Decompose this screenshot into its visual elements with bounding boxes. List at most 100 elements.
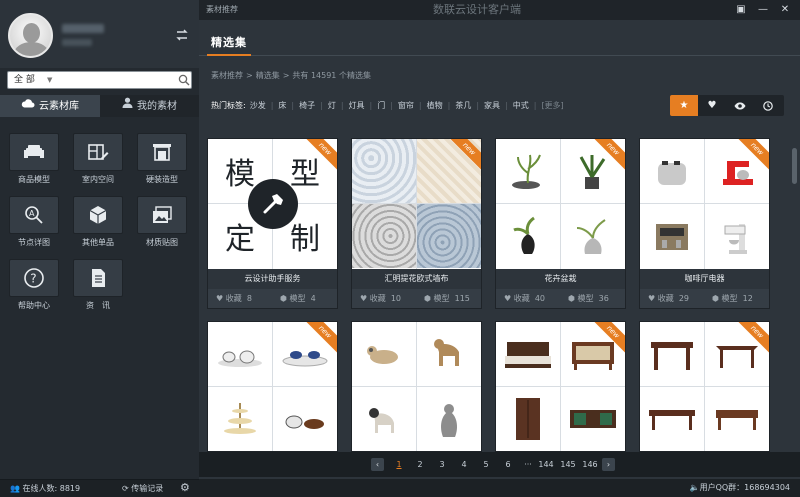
search-category-select[interactable]: 全 部: [14, 74, 35, 86]
tab-my-materials[interactable]: 我的素材: [100, 95, 199, 117]
hot-tag[interactable]: 床: [278, 101, 286, 110]
sort-eye-button[interactable]: [726, 95, 754, 116]
switch-account-icon[interactable]: [176, 28, 188, 42]
hot-tag[interactable]: 植物: [427, 101, 443, 110]
model-label: 模型: [433, 294, 450, 303]
page-link[interactable]: 6: [503, 458, 513, 471]
breadcrumb-item[interactable]: 素材推荐: [211, 71, 243, 80]
card-thumbnail[interactable]: new: [640, 139, 769, 269]
fav-count: 10: [390, 294, 401, 303]
window-crumb: 素材推荐: [206, 5, 238, 14]
card-title[interactable]: 云设计助手服务: [208, 269, 337, 289]
hot-tag[interactable]: 茶几: [455, 101, 471, 110]
page-link[interactable]: 2: [415, 458, 425, 471]
collection-card[interactable]: new 花卉盆栽 ♥ 收藏 40 ⬢ 模型 36: [495, 138, 626, 309]
transfer-log-label: 传输记录: [131, 484, 164, 493]
tile-hardcover-modeling[interactable]: 硬装造型: [137, 133, 187, 188]
hot-tag[interactable]: 灯具: [349, 101, 365, 110]
tile-product-models[interactable]: 商品模型: [9, 133, 59, 188]
collection-card[interactable]: new: [639, 321, 770, 452]
tile-interior-space[interactable]: 室内空间: [73, 133, 123, 188]
tile-label: 其他单品: [82, 238, 114, 247]
card-thumbnail[interactable]: new: [208, 322, 337, 451]
sort-heart-button[interactable]: ♥: [698, 95, 726, 116]
page-link[interactable]: 144: [537, 458, 555, 471]
collection-card[interactable]: new 咖啡厅电器 ♥ 收藏 29 ⬢ 模型 12: [639, 138, 770, 309]
plant-thumb: [496, 139, 560, 203]
qq-group: 🔈用户QQ群：168694304: [690, 482, 790, 494]
sort-clock-button[interactable]: [754, 95, 782, 116]
avatar[interactable]: [8, 13, 53, 58]
hot-tag[interactable]: 家具: [484, 101, 500, 110]
tab-cloud-library[interactable]: 云素材库: [0, 95, 100, 117]
heart-icon[interactable]: ♥: [360, 294, 367, 303]
card-title[interactable]: 花卉盆栽: [496, 269, 625, 289]
tile-label: 资 讯: [86, 301, 110, 310]
thumb-char: 模: [225, 157, 255, 192]
more-tags-link[interactable]: [更多]: [541, 101, 563, 110]
tab-label: 云素材库: [39, 101, 79, 112]
wallpaper-swatch: [352, 139, 416, 203]
tile-news[interactable]: 资 讯: [73, 259, 123, 314]
table-thumb: [640, 322, 704, 386]
collection-card[interactable]: new: [207, 321, 338, 452]
hot-tag[interactable]: 门: [377, 101, 385, 110]
wallpaper-swatch: [352, 204, 416, 268]
fav-count: 40: [534, 294, 545, 303]
transfer-log-button[interactable]: ⟳ 传输记录: [122, 483, 163, 495]
collection-card[interactable]: new 汇明提花欧式墙布 ♥ 收藏 10 ⬢ 模型 115: [351, 138, 482, 309]
card-thumbnail[interactable]: [352, 322, 481, 451]
collection-card[interactable]: [351, 321, 482, 452]
hot-tag[interactable]: 沙发: [250, 101, 266, 110]
chevron-down-icon[interactable]: ▼: [47, 74, 52, 86]
card-thumbnail[interactable]: new: [640, 322, 769, 451]
appliance-thumb: [640, 204, 704, 268]
tile-help-center[interactable]: ? 帮助中心: [9, 259, 59, 314]
card-title[interactable]: 咖啡厅电器: [640, 269, 769, 289]
eye-icon: [734, 102, 746, 109]
card-thumbnail[interactable]: new: [352, 139, 481, 269]
gear-icon[interactable]: ⚙: [180, 482, 190, 494]
page-link[interactable]: 3: [437, 458, 447, 471]
refresh-icon: ⟳: [122, 484, 129, 493]
page-link[interactable]: 146: [581, 458, 599, 471]
pin-icon[interactable]: ▣: [734, 3, 748, 17]
page-link[interactable]: 145: [559, 458, 577, 471]
page-link[interactable]: 1: [394, 458, 404, 471]
heart-icon[interactable]: ♥: [504, 294, 511, 303]
page-link[interactable]: 4: [459, 458, 469, 471]
breadcrumb: 素材推荐 > 精选集 > 共有 14591 个精选集: [211, 71, 371, 80]
user-profile: [0, 0, 199, 68]
card-thumbnail[interactable]: new: [496, 322, 625, 451]
prev-page-button[interactable]: ‹: [371, 458, 384, 471]
close-icon[interactable]: ✕: [778, 3, 792, 17]
svg-text:A: A: [29, 209, 35, 218]
hot-tag[interactable]: 中式: [513, 101, 529, 110]
scrollbar-thumb[interactable]: [792, 148, 797, 184]
tile-texture-maps[interactable]: 材质贴图: [137, 196, 187, 251]
card-title[interactable]: 汇明提花欧式墙布: [352, 269, 481, 289]
hot-tag[interactable]: 灯: [328, 101, 336, 110]
hot-tag[interactable]: 椅子: [299, 101, 315, 110]
heart-icon[interactable]: ♥: [648, 294, 655, 303]
minimize-icon[interactable]: —: [756, 3, 770, 17]
search-input[interactable]: [58, 73, 176, 87]
card-thumbnail[interactable]: 模 型 定 制 new: [208, 139, 337, 269]
heart-icon[interactable]: ♥: [216, 294, 223, 303]
dog-thumb: [352, 322, 416, 386]
online-count-text: 在线人数: 8819: [22, 484, 81, 493]
tile-other-items[interactable]: 其他单品: [73, 196, 123, 251]
thumb-char: 型: [290, 157, 320, 192]
page-link[interactable]: 5: [481, 458, 491, 471]
hot-tag[interactable]: 窗帘: [398, 101, 414, 110]
sidebar: 全 部 ▼ 云素材库 我的素材 商品模型 室内空间 硬装造型 A 节点详图 其他…: [0, 0, 199, 497]
search-icon[interactable]: [178, 74, 190, 86]
sort-star-button[interactable]: ★: [670, 95, 698, 116]
card-thumbnail[interactable]: new: [496, 139, 625, 269]
breadcrumb-item[interactable]: 精选集: [256, 71, 280, 80]
collection-card[interactable]: 模 型 定 制 new 云设计助手服务 ♥ 收藏 8 ⬢ 模型 4: [207, 138, 338, 309]
next-page-button[interactable]: ›: [602, 458, 615, 471]
collection-card[interactable]: new: [495, 321, 626, 452]
tile-node-detail[interactable]: A 节点详图: [9, 196, 59, 251]
svg-text:?: ?: [30, 272, 36, 286]
